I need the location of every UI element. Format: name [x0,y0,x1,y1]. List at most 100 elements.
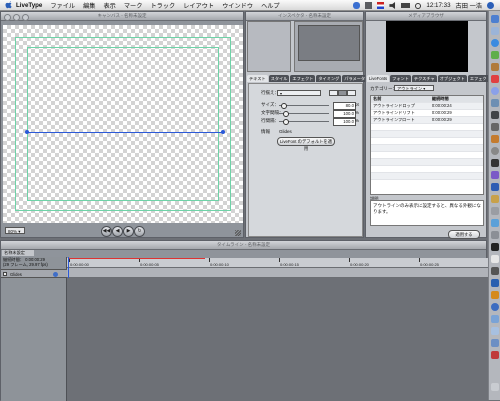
flag-icon[interactable] [377,2,385,9]
menu-help[interactable]: ヘルプ [261,1,280,10]
menu-layout[interactable]: レイアウト [183,1,214,10]
size-field[interactable]: 80.0 [333,102,356,110]
battery-icon[interactable] [401,3,411,8]
apple-menu-icon[interactable] [5,1,12,9]
textedit-icon[interactable] [491,255,499,263]
leading-slider[interactable] [279,119,329,125]
garageband-icon[interactable] [491,135,499,143]
stack-icon[interactable] [491,351,499,359]
timeline-titlebar[interactable]: タイムライン - 名称未設定 [1,241,486,250]
close-button[interactable] [4,13,11,21]
menubar-user[interactable]: 古田 一浩 [456,1,482,10]
zoom-button[interactable] [22,13,29,21]
track-header-row[interactable]: Glides [1,269,67,278]
tab-livefonts[interactable]: LiveFonts [367,75,390,82]
safari-icon[interactable] [491,39,499,47]
tab-fonts[interactable]: フォント [390,75,411,82]
ichat-icon[interactable] [491,51,499,59]
tracking-slider[interactable] [279,111,329,117]
finder-icon[interactable] [491,15,499,23]
dvd-player-icon[interactable] [491,123,499,131]
track-end-handle[interactable] [221,130,225,134]
tab-effects[interactable]: エフェクト [290,75,316,82]
quicktime-icon[interactable] [491,303,499,311]
font-popup[interactable]: ▾ [277,90,321,96]
final-cut-icon[interactable] [491,159,499,167]
motion-icon[interactable] [491,171,499,179]
menubar-clock[interactable]: 12:17:33 [426,2,450,9]
playhead[interactable] [68,257,69,278]
itunes-icon[interactable] [491,87,499,95]
volume-icon[interactable] [389,2,396,9]
text-track[interactable] [67,257,488,278]
display-icon[interactable] [365,2,373,9]
menu-window[interactable]: ウインドウ [222,1,253,10]
tab-text[interactable]: テキスト [247,75,268,82]
column-duration-header[interactable]: 継続時間 [432,96,483,102]
zoom-popup[interactable]: 80% ▾ [5,227,25,234]
canvas-area[interactable] [3,25,243,223]
documents-icon[interactable] [491,327,499,335]
photoshop-icon[interactable] [491,279,499,287]
imovie-icon[interactable] [491,111,499,119]
illustrator-icon[interactable] [491,291,499,299]
track-start-handle[interactable] [25,130,29,134]
rewind-button[interactable]: ◀◀ [101,226,112,237]
clock-icon[interactable] [415,2,422,9]
apply-default-button[interactable]: LiveFont のデフォルトを適用 [277,137,335,151]
menu-view[interactable]: 表示 [104,1,116,10]
library-titlebar[interactable]: メディアブラウザ [366,12,486,21]
list-item[interactable]: アウトラインドリフト 0:00:00:29 [371,110,483,117]
minimize-button[interactable] [13,13,20,21]
align-center-button[interactable] [338,90,347,96]
list-item[interactable]: アウトラインフロート 0:00:00:29 [371,117,483,124]
bluetooth-icon[interactable] [353,2,361,9]
menu-track[interactable]: トラック [150,1,175,10]
track-enable-icon[interactable] [3,272,7,276]
system-prefs-icon[interactable] [491,231,499,239]
iphoto-icon[interactable] [491,99,499,107]
leading-field[interactable]: 100.0 [333,118,356,126]
tab-textures[interactable]: テクスチャ [411,75,437,82]
tab-parameters[interactable]: パラメータ [342,75,368,82]
ical-icon[interactable] [491,75,499,83]
address-book-icon[interactable] [491,63,499,71]
loop-button[interactable]: ↻ [134,226,145,237]
menu-edit[interactable]: 編集 [83,1,95,10]
column-name-header[interactable]: 名前 [371,96,432,102]
menu-file[interactable]: ファイル [50,1,75,10]
livefont-list[interactable]: 名前 継続時間 アウトラインドロップ 0:00:00:24 アウトラインドリフト 0… [370,95,484,195]
calculator-icon[interactable] [491,267,499,275]
resize-icon[interactable] [235,230,241,236]
trash-icon[interactable] [491,383,499,391]
track-lock-icon[interactable] [53,272,58,277]
livetype-icon[interactable] [491,183,499,191]
tracking-field[interactable]: 100.0 [333,110,356,118]
menu-app[interactable]: LiveType [16,2,42,9]
align-right-button[interactable] [347,90,356,96]
play-button[interactable]: ▶ [123,226,134,237]
menu-mark[interactable]: マーク [124,1,143,10]
mail-icon[interactable] [491,27,499,35]
text-track-line[interactable] [27,132,223,133]
terminal-icon[interactable] [491,243,499,251]
spotlight-icon[interactable] [487,2,494,9]
idvd-icon[interactable] [491,147,499,155]
timeline-tab[interactable]: 名称未設定 [2,250,34,256]
preview-icon[interactable] [491,219,499,227]
tab-objects[interactable]: オブジェクト [437,75,467,82]
downloads-icon[interactable] [491,339,499,347]
tab-timing[interactable]: タイミング [316,75,342,82]
timeline-ruler[interactable]: 0:00:00:00 0:00:00:05 0:00:00:10 0:00:00… [67,258,488,268]
category-popup[interactable]: アウトライン ▾ [394,85,434,91]
apply-button[interactable]: 適用する [448,230,480,239]
inspector-titlebar[interactable]: インスペクタ - 名称未設定 [246,12,363,21]
list-item[interactable]: アウトラインドロップ 0:00:00:24 [371,103,483,110]
compressor-icon[interactable] [491,207,499,215]
size-slider[interactable] [279,103,329,109]
soundtrack-icon[interactable] [491,195,499,203]
tab-style[interactable]: スタイル [268,75,290,82]
align-left-button[interactable] [329,90,338,96]
prev-frame-button[interactable]: ◀ [112,226,123,237]
folder-icon[interactable] [491,315,499,323]
